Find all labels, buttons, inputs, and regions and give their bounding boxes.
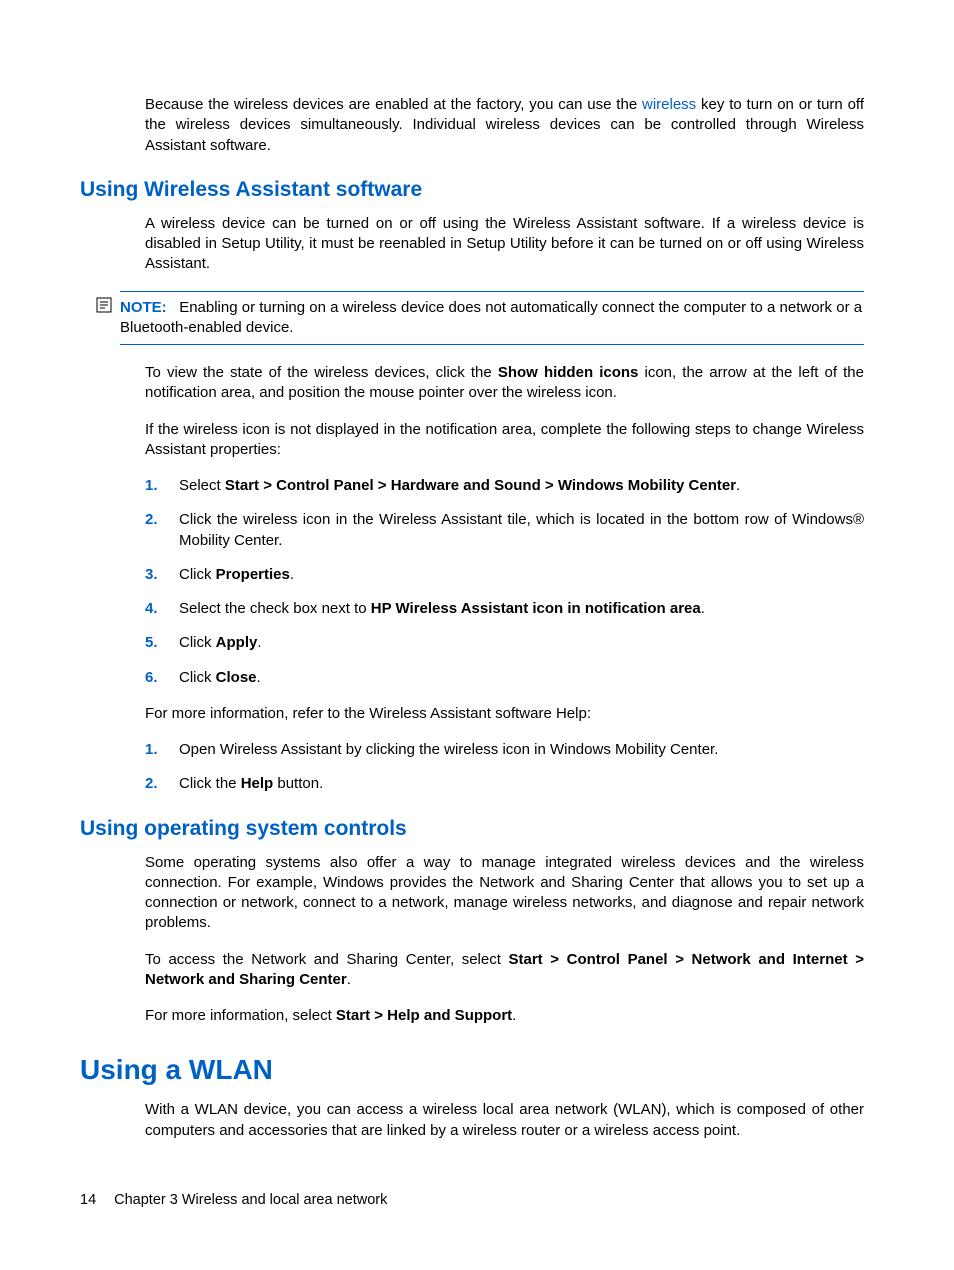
bold-text: Show hidden icons (498, 364, 639, 381)
bold-text: Close (216, 669, 257, 686)
note-icon (96, 297, 112, 317)
intro-paragraph: Because the wireless devices are enabled… (145, 95, 864, 156)
numbered-list: 1. Select Start > Control Panel > Hardwar… (145, 476, 864, 688)
text-span: Click the wireless icon in the Wireless … (179, 511, 864, 548)
text-span: button. (273, 775, 323, 792)
body-paragraph: To view the state of the wireless device… (145, 363, 864, 404)
bold-text: HP Wireless Assistant icon in notificati… (371, 600, 701, 617)
bold-text: Start > Control Panel > Hardware and Sou… (225, 477, 736, 494)
text-span: To view the state of the wireless device… (145, 364, 498, 381)
text-span: Open Wireless Assistant by clicking the … (179, 741, 718, 758)
note-text: Enabling or turning on a wireless device… (120, 299, 862, 336)
list-item: 1. Open Wireless Assistant by clicking th… (145, 740, 864, 760)
list-item: 4. Select the check box next to HP Wirele… (145, 599, 864, 619)
note-content: NOTE: Enabling or turning on a wireless … (120, 299, 862, 336)
text-span: Click (179, 669, 216, 686)
bold-text: Start > Help and Support (336, 1007, 512, 1024)
text-span: Because the wireless devices are enabled… (145, 96, 642, 113)
body-paragraph: For more information, refer to the Wirel… (145, 704, 864, 724)
list-item: 6. Click Close. (145, 668, 864, 688)
step-number: 2. (145, 510, 158, 530)
text-span: For more information, select (145, 1007, 336, 1024)
step-number: 6. (145, 668, 158, 688)
text-span: Click the (179, 775, 241, 792)
page-number: 14 (80, 1192, 96, 1208)
page-footer: 14 Chapter 3 Wireless and local area netw… (80, 1192, 387, 1208)
heading-os-controls: Using operating system controls (80, 817, 864, 841)
step-number: 1. (145, 740, 158, 760)
text-span: . (347, 971, 351, 988)
text-span: . (701, 600, 705, 617)
text-span: . (257, 669, 261, 686)
bold-text: Help (241, 775, 274, 792)
text-span: Click (179, 566, 216, 583)
step-number: 5. (145, 633, 158, 653)
text-span: Select (179, 477, 225, 494)
text-span: To access the Network and Sharing Center… (145, 951, 509, 968)
numbered-list: 1. Open Wireless Assistant by clicking th… (145, 740, 864, 795)
text-span: . (512, 1007, 516, 1024)
heading-using-wlan: Using a WLAN (80, 1054, 864, 1086)
list-item: 5. Click Apply. (145, 633, 864, 653)
body-paragraph: To access the Network and Sharing Center… (145, 950, 864, 991)
list-item: 1. Select Start > Control Panel > Hardwar… (145, 476, 864, 496)
bold-text: Apply (216, 634, 258, 651)
note-label: NOTE: (120, 299, 167, 316)
document-page: Because the wireless devices are enabled… (0, 0, 954, 1270)
text-span: Click (179, 634, 216, 651)
note-box: NOTE: Enabling or turning on a wireless … (120, 291, 864, 346)
body-paragraph: With a WLAN device, you can access a wir… (145, 1100, 864, 1141)
list-item: 3. Click Properties. (145, 565, 864, 585)
chapter-label: Chapter 3 Wireless and local area networ… (114, 1192, 387, 1208)
text-span: . (736, 477, 740, 494)
bold-text: Properties (216, 566, 290, 583)
body-paragraph: For more information, select Start > Hel… (145, 1006, 864, 1026)
step-number: 1. (145, 476, 158, 496)
body-paragraph: A wireless device can be turned on or of… (145, 214, 864, 275)
body-paragraph: Some operating systems also offer a way … (145, 853, 864, 934)
step-number: 3. (145, 565, 158, 585)
wireless-link[interactable]: wireless (642, 96, 696, 113)
heading-wireless-assistant: Using Wireless Assistant software (80, 178, 864, 202)
body-paragraph: If the wireless icon is not displayed in… (145, 420, 864, 461)
text-span: Select the check box next to (179, 600, 371, 617)
list-item: 2. Click the wireless icon in the Wireles… (145, 510, 864, 551)
step-number: 2. (145, 774, 158, 794)
text-span: . (290, 566, 294, 583)
list-item: 2. Click the Help button. (145, 774, 864, 794)
text-span: . (257, 634, 261, 651)
step-number: 4. (145, 599, 158, 619)
